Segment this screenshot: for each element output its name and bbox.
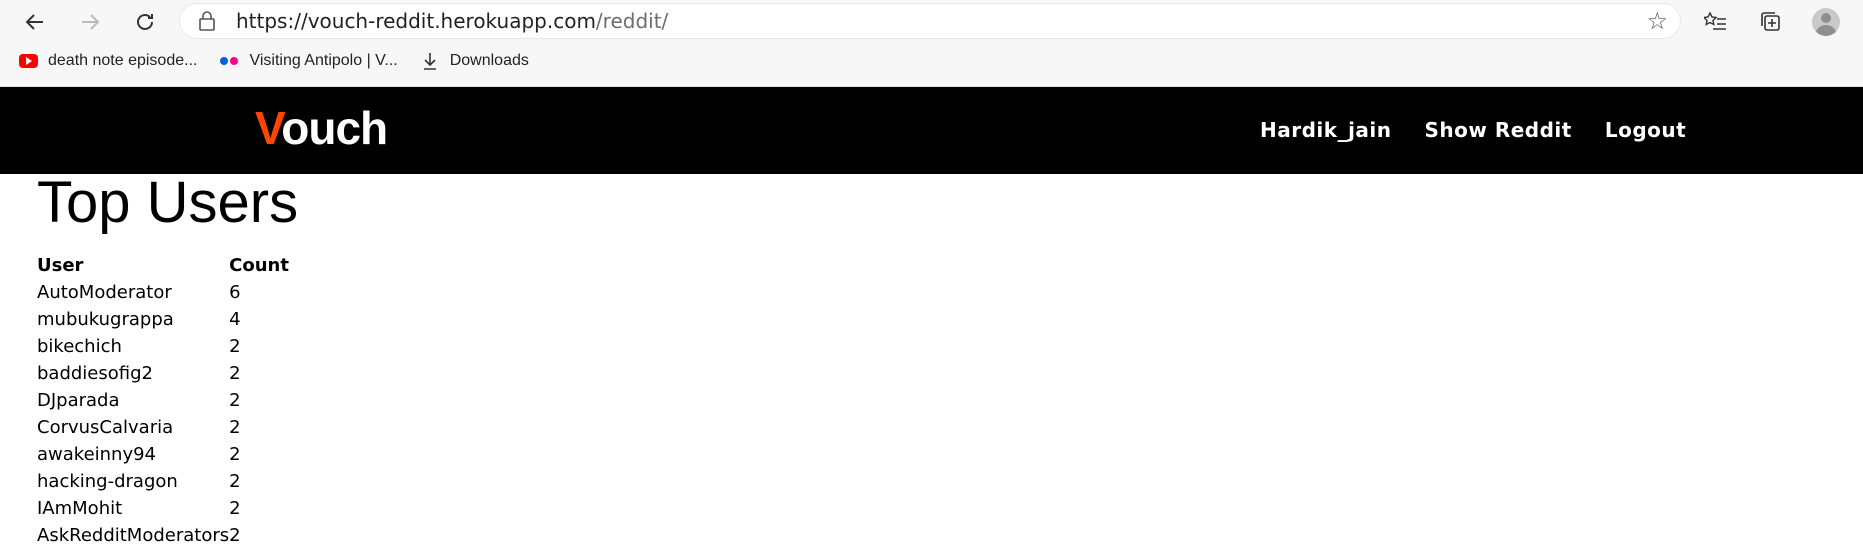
favorite-star-icon[interactable]: ☆: [1646, 7, 1668, 36]
user-cell: bikechich: [37, 336, 122, 357]
top-users-table: User Count AutoModerator 6 mubukugrappa 4 …: [37, 252, 289, 549]
nav-user-link[interactable]: Hardik_jain: [1260, 118, 1392, 142]
collections-icon[interactable]: [1753, 4, 1789, 40]
bookmark-label: Downloads: [449, 52, 529, 69]
table-row: DJparada 2: [37, 387, 289, 414]
nav-show-reddit-link[interactable]: Show Reddit: [1425, 118, 1572, 142]
avatar[interactable]: [1812, 8, 1840, 36]
table-row: bikechich 2: [37, 333, 289, 360]
user-cell: mubukugrappa: [37, 309, 174, 330]
url-text: https://vouch-reddit.herokuapp.com/reddi…: [236, 9, 668, 33]
download-icon: [420, 51, 440, 71]
user-cell: baddiesofig2: [37, 363, 153, 384]
count-cell: 2: [229, 471, 241, 492]
table-row: awakeinny94 2: [37, 441, 289, 468]
user-cell: AutoModerator: [37, 282, 172, 303]
table-row: baddiesofig2 2: [37, 360, 289, 387]
count-cell: 2: [229, 498, 241, 519]
column-header-count: Count: [229, 255, 289, 276]
table-row: AutoModerator 6: [37, 279, 289, 306]
page-title: Top Users: [37, 170, 299, 235]
reload-icon[interactable]: [127, 4, 163, 40]
bookmark-label: death note episode...: [48, 52, 198, 69]
nav-links: Hardik_jain Show Reddit Logout: [1260, 118, 1686, 142]
back-arrow-icon[interactable]: [17, 4, 53, 40]
table-header-row: User Count: [37, 252, 289, 279]
user-cell: CorvusCalvaria: [37, 417, 174, 438]
bookmarks-bar: death note episode... Visiting Antipolo …: [0, 48, 551, 74]
address-bar[interactable]: https://vouch-reddit.herokuapp.com/reddi…: [180, 4, 1680, 38]
url-path: /reddit/: [595, 9, 669, 33]
profile-avatar-icon[interactable]: [1808, 4, 1844, 40]
count-cell: 4: [229, 309, 241, 330]
url-host: https://vouch-reddit.herokuapp.com: [236, 9, 596, 33]
user-cell: DJparada: [37, 390, 120, 411]
column-header-user: User: [37, 255, 84, 276]
count-cell: 2: [229, 417, 241, 438]
bookmark-item-1[interactable]: Visiting Antipolo | V...: [219, 51, 398, 71]
forward-arrow-icon[interactable]: [72, 4, 108, 40]
count-cell: 2: [229, 336, 241, 357]
bookmark-item-0[interactable]: death note episode...: [18, 51, 197, 71]
count-cell: 6: [229, 282, 241, 303]
count-cell: 2: [229, 444, 241, 465]
site-navbar: Vouch Hardik_jain Show Reddit Logout: [0, 87, 1863, 174]
table-row: AskRedditModerators 2: [37, 522, 289, 549]
user-cell: awakeinny94: [37, 444, 157, 465]
count-cell: 2: [229, 363, 241, 384]
logo-accent-letter: V: [255, 102, 282, 154]
user-cell: AskRedditModerators: [37, 525, 230, 546]
browser-toolbar: https://vouch-reddit.herokuapp.com/reddi…: [0, 0, 1863, 87]
table-row: mubukugrappa 4: [37, 306, 289, 333]
bookmark-item-2[interactable]: Downloads: [420, 51, 529, 71]
site-logo[interactable]: Vouch: [255, 101, 388, 155]
table-row: IAmMohit 2: [37, 495, 289, 522]
table-row: CorvusCalvaria 2: [37, 414, 289, 441]
favorites-list-icon[interactable]: [1698, 4, 1734, 40]
nav-logout-link[interactable]: Logout: [1605, 118, 1686, 142]
youtube-icon: [18, 51, 38, 71]
user-cell: IAmMohit: [37, 498, 123, 519]
bookmark-label: Visiting Antipolo | V...: [249, 52, 398, 69]
main-content: Top Users User Count AutoModerator 6 mubu…: [37, 174, 298, 549]
logo-rest: ouch: [281, 102, 388, 154]
count-cell: 2: [229, 390, 241, 411]
table-row: hacking-dragon 2: [37, 468, 289, 495]
lock-icon[interactable]: [196, 10, 218, 32]
user-cell: hacking-dragon: [37, 471, 178, 492]
flickr-icon: [219, 51, 239, 71]
count-cell: 2: [229, 525, 241, 546]
